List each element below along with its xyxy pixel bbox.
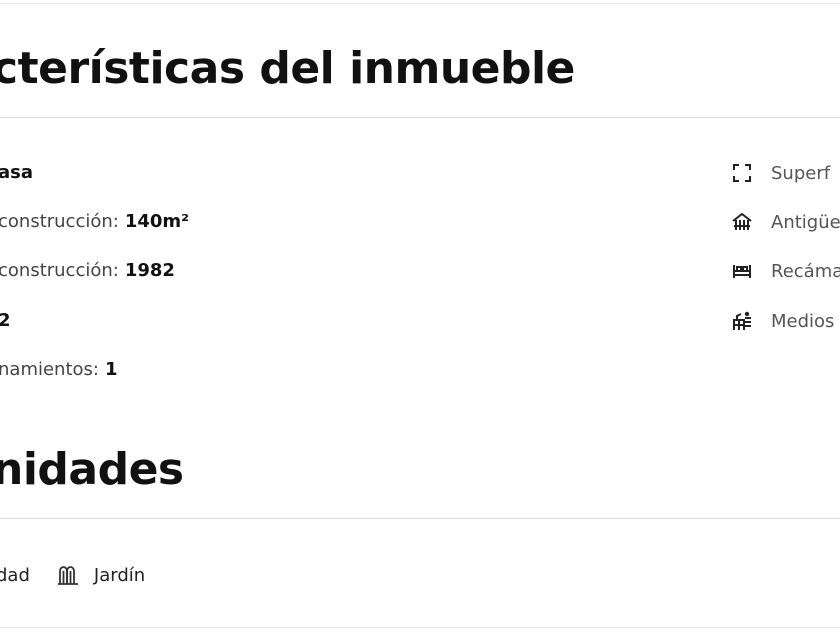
feature-label: construcción: [0, 260, 119, 281]
feature-surface: Superf [731, 161, 830, 185]
feature-row-parking: namientos: 1 [0, 359, 118, 381]
amenities-section-title: nidades [0, 444, 184, 495]
feature-row-construction-year: construcción: 1982 [0, 260, 175, 282]
amenity-garden-label: Jardín [93, 564, 146, 586]
feature-bedrooms-label: Recáma [771, 260, 840, 282]
feature-label: construcción: [0, 211, 119, 232]
feature-label: namientos: [0, 359, 99, 380]
feature-row-type: asa [0, 162, 33, 184]
features-divider [0, 117, 840, 118]
feature-row-bathrooms: 2 [0, 310, 11, 332]
feature-value: 1 [104, 359, 118, 380]
features-section-title: cterísticas del inmueble [0, 43, 575, 94]
bottom-divider [0, 627, 840, 628]
feature-row-construction-area: construcción: 140m² [0, 211, 189, 233]
bath-icon [731, 310, 753, 332]
feature-value: 140m² [124, 211, 190, 232]
garden-icon [56, 563, 80, 587]
amenities-list: dad Jardín [0, 562, 145, 588]
property-details-page: cterísticas del inmueble asa construcció… [0, 0, 840, 630]
feature-value: 1982 [124, 260, 175, 281]
house-icon [731, 211, 753, 233]
feature-value: 2 [0, 310, 11, 331]
feature-age: Antigüe [731, 210, 840, 234]
feature-half-baths-label: Medios [771, 310, 835, 332]
bed-icon [731, 260, 753, 282]
expand-icon [731, 162, 753, 184]
feature-bedrooms: Recáma [731, 259, 840, 283]
feature-half-baths: Medios [731, 309, 834, 333]
feature-surface-label: Superf [771, 162, 831, 184]
amenities-divider [0, 518, 840, 519]
feature-age-label: Antigüe [771, 211, 840, 233]
top-divider [0, 3, 840, 4]
amenity-item-label: dad [0, 564, 30, 586]
feature-value: asa [0, 162, 34, 183]
